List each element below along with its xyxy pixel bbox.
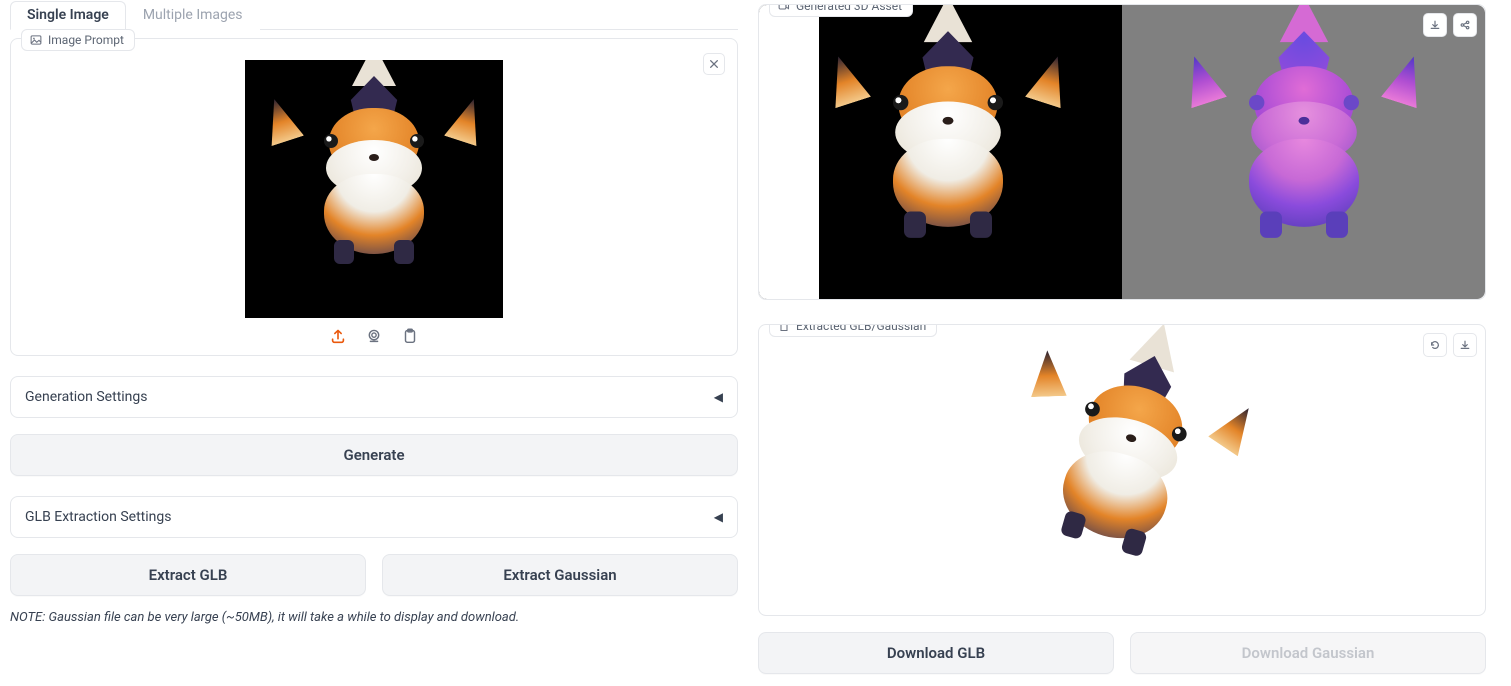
clear-image-button[interactable]: [703, 53, 725, 75]
camera-icon[interactable]: [365, 327, 383, 345]
image-toolbar: [23, 327, 725, 345]
download-gaussian-button[interactable]: Download Gaussian: [1130, 632, 1486, 674]
upload-icon[interactable]: [329, 327, 347, 345]
tab-single-image[interactable]: Single Image: [10, 1, 126, 30]
caret-left-icon: ◀: [714, 390, 723, 404]
extract-gaussian-button[interactable]: Extract Gaussian: [382, 554, 738, 596]
download-glb-button[interactable]: Download GLB: [758, 632, 1114, 674]
generated-3d-asset-badge: Generated 3D Asset: [769, 4, 913, 17]
extracted-glb-badge: Extracted GLB/Gaussian: [769, 324, 937, 337]
clipboard-icon[interactable]: [401, 327, 419, 345]
reset-view-button[interactable]: [1423, 333, 1447, 357]
generate-button[interactable]: Generate: [10, 434, 738, 476]
render-normal-illustration: [1227, 62, 1381, 249]
glb-settings-toggle[interactable]: GLB Extraction Settings ◀: [10, 496, 738, 538]
extracted-glb-illustration[interactable]: [1027, 364, 1218, 576]
generated-3d-asset-label: Generated 3D Asset: [796, 4, 902, 13]
generation-settings-toggle[interactable]: Generation Settings ◀: [10, 376, 738, 418]
image-prompt-badge: Image Prompt: [21, 29, 135, 51]
video-icon: [778, 4, 790, 12]
glb-settings-label: GLB Extraction Settings: [25, 509, 171, 525]
share-asset-button[interactable]: [1453, 13, 1477, 37]
tab-multiple-images[interactable]: Multiple Images: [126, 1, 260, 30]
extracted-glb-panel: Extracted GLB/Gaussian: [758, 324, 1486, 616]
render-color-view[interactable]: [759, 5, 1122, 299]
render-color-illustration: [871, 62, 1025, 249]
extracted-glb-label: Extracted GLB/Gaussian: [796, 324, 926, 333]
image-prompt-label: Image Prompt: [48, 33, 124, 47]
extract-glb-button[interactable]: Extract GLB: [10, 554, 366, 596]
generated-3d-asset-panel: Generated 3D Asset: [758, 4, 1486, 300]
render-normal-view[interactable]: [1122, 5, 1485, 299]
download-asset-button[interactable]: [1423, 13, 1447, 37]
gaussian-note: NOTE: Gaussian file can be very large (~…: [10, 610, 738, 625]
input-mode-tabs: Single Image Multiple Images: [10, 0, 738, 30]
generation-settings-label: Generation Settings: [25, 389, 148, 405]
caret-left-icon: ◀: [714, 510, 723, 524]
download-extracted-button[interactable]: [1453, 333, 1477, 357]
file-icon: [778, 324, 790, 332]
image-preview[interactable]: [23, 59, 725, 319]
image-icon: [30, 34, 42, 46]
image-prompt-panel: Image Prompt: [10, 38, 738, 356]
input-image-illustration: [304, 104, 444, 274]
